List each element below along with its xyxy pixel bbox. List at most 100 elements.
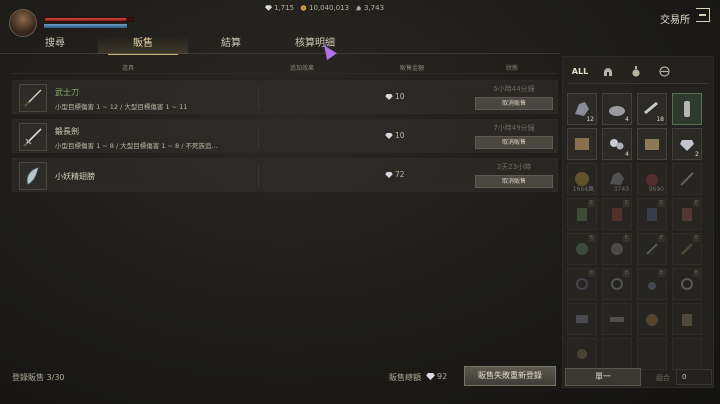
tab-sell[interactable]: 販售	[98, 36, 188, 55]
item-icon	[577, 349, 587, 359]
category-material[interactable]	[651, 63, 677, 79]
gem-icon	[265, 5, 272, 11]
item-price: 72	[385, 170, 405, 179]
inventory-slot[interactable]	[602, 303, 632, 335]
bottle-icon	[684, 101, 690, 117]
armor-icon	[577, 208, 587, 221]
inventory-slot[interactable]: E	[637, 268, 667, 300]
remaining-time: 2天23小時	[496, 163, 532, 171]
column-divider	[258, 87, 259, 109]
single-mode-button[interactable]: 單一	[565, 368, 641, 386]
inventory-slot[interactable]	[567, 303, 597, 335]
inventory-slot[interactable]	[672, 303, 702, 335]
tab-search[interactable]: 搜尋	[10, 36, 100, 54]
combo-count-field[interactable]: 0	[676, 369, 712, 385]
wing-icon	[27, 167, 39, 185]
combo-label: 組合	[656, 374, 670, 382]
gem-icon	[426, 373, 435, 380]
inventory-slot[interactable]: E	[637, 198, 667, 230]
cancel-sale-button[interactable]: 取消販售	[475, 175, 553, 188]
potion-icon	[632, 65, 640, 77]
slot-quantity: 9690	[648, 186, 664, 193]
item-price: 10	[385, 131, 405, 140]
item-price-value: 72	[395, 170, 405, 179]
inventory-slot[interactable]: E	[567, 233, 597, 265]
cancel-sale-button[interactable]: 取消販售	[475, 97, 553, 110]
inventory-slot[interactable]	[567, 338, 597, 370]
inventory-slot[interactable]	[672, 163, 702, 195]
gem-icon	[385, 171, 393, 178]
currency-value: 1,715	[274, 4, 295, 12]
tab-bar: 搜尋 販售 結算 核算明細	[0, 36, 560, 55]
inventory-slot[interactable]: 18	[637, 93, 667, 125]
category-divider	[567, 83, 709, 84]
gold-coin-icon	[300, 5, 307, 11]
item-name: 武士刀	[55, 88, 79, 97]
inventory-slot[interactable]: 2	[672, 128, 702, 160]
inventory-slot[interactable]: 4	[602, 93, 632, 125]
column-divider	[258, 126, 259, 148]
inventory-slot[interactable]	[637, 303, 667, 335]
category-equipment[interactable]	[595, 63, 621, 79]
exit-icon[interactable]	[696, 8, 710, 22]
inventory-slot[interactable]: E	[567, 268, 597, 300]
inventory-slot[interactable]: E	[672, 233, 702, 265]
inventory-slot[interactable]: E	[567, 198, 597, 230]
inventory-slot[interactable]: E	[602, 198, 632, 230]
column-status: 狀態	[506, 65, 519, 72]
inventory-slot[interactable]	[637, 128, 667, 160]
inventory-slot[interactable]: E	[602, 233, 632, 265]
focus-bar-fill	[44, 24, 127, 28]
inventory-slot[interactable]	[672, 93, 702, 125]
focus-bar	[44, 24, 130, 28]
item-desc: 小型目標傷害 1 ~ 12 / 大型目標傷害 1 ~ 11	[55, 103, 188, 111]
category-consumable[interactable]	[623, 63, 649, 79]
inventory-slot[interactable]: 3743	[602, 163, 632, 195]
item-price-value: 10	[395, 92, 405, 101]
glove-icon	[576, 243, 588, 255]
item-name: 小妖精翅膀	[55, 172, 95, 181]
column-effect: 追加效果	[290, 65, 315, 72]
table-row[interactable]: 小妖精翅膀 72 2天23小時 取消販售	[12, 158, 558, 192]
bag-icon	[682, 314, 692, 326]
inventory-slot[interactable]: E	[672, 198, 702, 230]
tab-settle[interactable]: 結算	[186, 36, 276, 54]
bar-icon	[610, 317, 624, 322]
scroll-icon	[576, 315, 588, 323]
sword-icon	[680, 172, 694, 186]
total-value: 92	[437, 372, 448, 381]
cancel-sale-button[interactable]: 取消販售	[475, 136, 553, 149]
gem-icon	[680, 140, 694, 151]
inventory-slot[interactable]	[672, 338, 702, 370]
scroll-icon	[658, 65, 670, 77]
relist-failed-button[interactable]: 販售失敗重新登錄	[464, 366, 556, 386]
table-row[interactable]: 鍛長劍 小型目標傷害 1 ~ 8 / 大型目標傷害 1 ~ 8 / 不死族追..…	[12, 119, 558, 153]
gem-cluster-icon	[610, 139, 624, 150]
inventory-slot[interactable]: E	[637, 233, 667, 265]
slot-quantity: 4	[625, 151, 629, 158]
currency-value: 3,743	[364, 4, 385, 12]
inventory-slot[interactable]: E	[672, 268, 702, 300]
top-bar: 1,715 10,040,013 3,743 交易所	[0, 0, 720, 37]
avatar[interactable]	[9, 9, 37, 37]
inventory-slot[interactable]	[637, 338, 667, 370]
crate-icon	[645, 139, 659, 150]
table-row[interactable]: 武士刀 小型目標傷害 1 ~ 12 / 大型目標傷害 1 ~ 11 10 5小時…	[12, 80, 558, 114]
category-all[interactable]: ALL	[567, 63, 593, 79]
inventory-slot[interactable]	[602, 338, 632, 370]
inventory-slot[interactable]: 1664萬	[567, 163, 597, 195]
inventory-slot[interactable]: E	[602, 268, 632, 300]
slot-quantity: 2	[695, 151, 699, 158]
item-slot	[19, 123, 47, 151]
item-desc: 小型目標傷害 1 ~ 8 / 大型目標傷害 1 ~ 8 / 不死族追...	[55, 142, 218, 150]
health-bar-fill	[45, 18, 126, 21]
inventory-slot[interactable]	[567, 128, 597, 160]
inventory-slot[interactable]: 12	[567, 93, 597, 125]
slot-quantity: 1664萬	[572, 186, 594, 193]
tab-details[interactable]: 核算明細	[270, 36, 360, 54]
inventory-slot[interactable]: 9690	[637, 163, 667, 195]
longsword-icon	[23, 128, 42, 147]
registered-value: 3/30	[46, 373, 65, 382]
table-header: 道具 追加效果 販售金額 狀態	[12, 60, 558, 74]
inventory-slot[interactable]: 4	[602, 128, 632, 160]
